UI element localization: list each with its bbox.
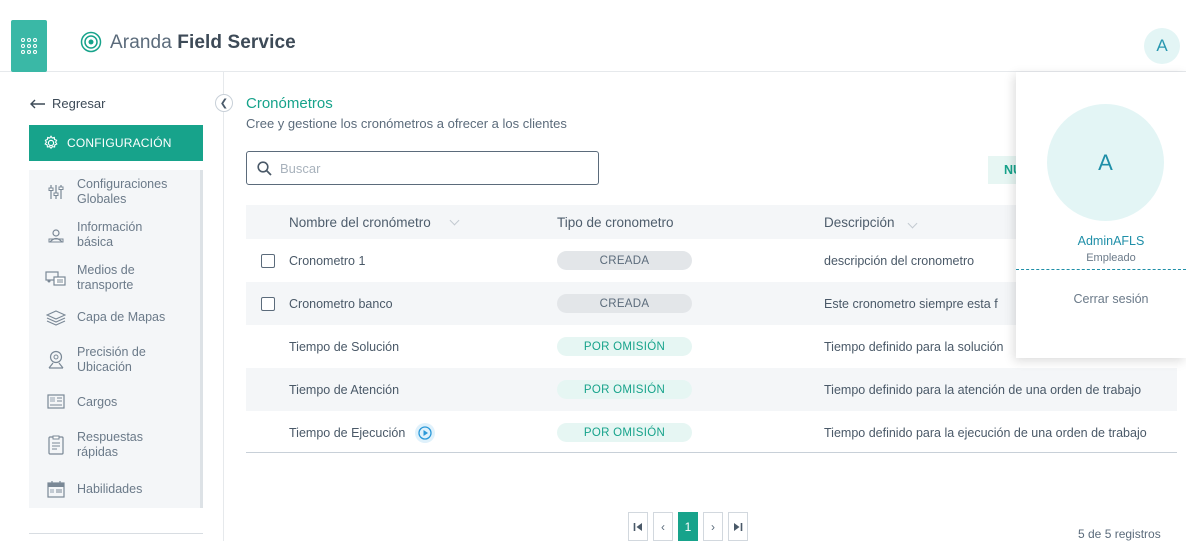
menu-item-line1: Medios de [77,262,135,277]
sort-chevron-icon [449,215,460,225]
user-menu-popover: A AdminAFLS Empleado Cerrar sesión [1016,72,1186,358]
type-badge: POR OMISIÓN [557,337,692,356]
config-section-label: CONFIGURACIÓN [67,136,172,150]
menu-item-line2: Ubicación [77,360,132,374]
column-header-type: Tipo de cronometro [557,214,674,230]
quick-reply-icon [45,435,67,455]
search-box [246,151,599,185]
next-page-button[interactable]: › [703,512,723,541]
timer-name: Tiempo de Atención [289,382,400,397]
table-bottom-border [246,452,1177,453]
back-link[interactable]: Regresar [30,96,105,111]
apps-menu-button[interactable] [11,20,47,72]
page-title: Cronómetros [246,95,333,112]
row-checkbox[interactable] [261,253,275,268]
pagination: ‹ 1 › [628,512,748,541]
location-logo-icon [80,31,102,53]
menu-item-cargos[interactable]: Cargos [29,384,200,420]
column-header-description[interactable]: Descripción [824,215,917,230]
menu-item-line1: Precisión de [77,345,146,359]
menu-item-line1: Información [77,219,143,234]
timer-description: Tiempo definido para la ejecución de una… [824,425,1147,440]
timer-name: Tiempo de Ejecución [289,425,406,440]
menu-item-line2: Globales [77,191,127,206]
search-input[interactable] [280,160,580,176]
page-number-button[interactable]: 1 [678,512,698,541]
menu-item-line1: Configuraciones [77,176,168,191]
menu-item-line2: transporte [77,277,134,292]
menu-item-habilidades[interactable]: Habilidades [29,470,200,508]
type-badge: POR OMISIÓN [557,423,692,442]
menu-item-line2: rápidas [77,445,118,459]
type-badge: POR OMISIÓN [557,380,692,399]
menu-item-label: Capa de Mapas [77,310,166,324]
menu-item-informacion-basica[interactable]: Información básica [29,213,200,256]
last-page-button[interactable] [728,512,748,541]
location-pin-icon [45,350,67,370]
badge-icon [45,394,67,410]
app-logo: Aranda Field Service [80,31,296,55]
config-section-button[interactable]: CONFIGURACIÓN [29,125,203,161]
row-checkbox[interactable] [261,296,275,311]
apps-grid-icon [21,38,37,54]
timer-name: Tiempo de Solución [289,339,400,354]
menu-item-medios-de-transporte[interactable]: Medios de transporte [29,256,200,299]
brand-name: Aranda Field Service [110,32,296,53]
user-name: AdminAFLS [1077,234,1145,248]
menu-item-label: Cargos [77,394,118,409]
menu-item-line2: básica [77,234,114,249]
timer-description: Tiempo definido para la atención de una … [824,382,1142,397]
first-page-button[interactable] [628,512,648,541]
layers-icon [45,309,67,326]
user-avatar-large: A [1047,104,1164,221]
calendar-icon [45,480,67,498]
back-label: Regresar [52,96,106,111]
menu-item-precision-de-ubicacion[interactable]: Precisión de Ubicación [29,336,200,384]
records-count: 5 de 5 registros [1078,527,1161,541]
id-card-icon [45,226,67,244]
sidebar-divider [29,533,203,534]
config-menu: Configuraciones Globales Información básic… [29,170,203,508]
chevron-left-icon: ‹ [661,519,665,534]
table-row[interactable]: Tiempo de Ejecución POR OMISIÓN Tiempo d… [246,411,1177,454]
first-page-icon [633,522,642,531]
menu-item-capa-de-mapas[interactable]: Capa de Mapas [29,299,200,336]
type-badge: CREADA [557,294,692,313]
column-header-name[interactable]: Nombre del cronómetro [289,215,460,230]
page-subtitle: Cree y gestione los cronómetros a ofrece… [246,116,567,131]
gear-icon [44,135,58,150]
timer-description: descripción del cronometro [824,253,975,268]
app-header: Aranda Field Service A [0,0,1186,72]
arrow-left-icon [30,99,45,108]
play-icon[interactable] [415,422,436,443]
menu-item-label: Habilidades [77,481,143,496]
collapse-sidebar-button[interactable]: ❮ [215,94,233,112]
transport-icon [45,269,67,287]
sliders-icon [45,183,67,201]
timer-name: Cronometro 1 [289,253,366,268]
user-role: Empleado [1086,252,1136,264]
timer-name: Cronometro banco [289,296,393,311]
prev-page-button[interactable]: ‹ [653,512,673,541]
user-avatar-button[interactable]: A [1144,28,1180,64]
table-row[interactable]: Tiempo de Atención POR OMISIÓN Tiempo de… [246,368,1177,411]
menu-item-respuestas-rapidas[interactable]: Respuestas rápidas [29,420,200,470]
type-badge: CREADA [557,251,692,270]
chevron-right-icon: › [711,519,715,534]
menu-item-line1: Respuestas [77,430,144,444]
timer-description: Este cronometro siempre esta f [824,296,998,311]
search-icon [257,160,272,176]
timer-description: Tiempo definido para la solución [824,339,1004,354]
logout-button[interactable]: Cerrar sesión [1016,292,1186,306]
menu-item-configuraciones-globales[interactable]: Configuraciones Globales [29,170,200,213]
sort-chevron-icon [907,218,917,228]
sidebar: Regresar CONFIGURACIÓN Configuraciones Gl… [0,72,224,541]
last-page-icon [734,522,743,531]
chevron-left-icon: ❮ [219,97,229,109]
popover-divider [1016,269,1186,270]
